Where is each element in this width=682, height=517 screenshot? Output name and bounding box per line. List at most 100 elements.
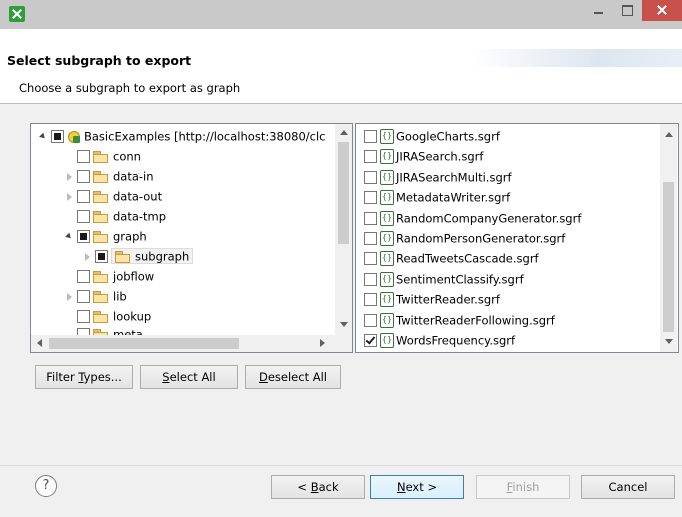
expand-arrow-icon[interactable] (83, 247, 93, 267)
checkbox[interactable] (77, 230, 90, 243)
wizard-content: BasicExamples [http://localhost:38080/cl… (0, 104, 682, 465)
tree-item-label: subgraph (135, 249, 190, 264)
tree-item-data-in[interactable]: data-in (65, 166, 154, 186)
checkbox[interactable] (77, 270, 90, 283)
checkbox[interactable] (364, 313, 377, 327)
expand-arrow-icon[interactable] (65, 187, 75, 207)
minimize-button[interactable] (585, 0, 612, 21)
tree-item-conn[interactable]: conn (65, 146, 141, 166)
sgrf-file-icon: {} (380, 292, 394, 308)
file-list-item-label: RandomPersonGenerator.sgrf (396, 231, 566, 246)
file-list-item[interactable]: {} ReadTweetsCascade.sgrf (362, 248, 539, 268)
expand-arrow-icon[interactable] (65, 167, 75, 187)
checkbox[interactable] (77, 210, 90, 223)
checkbox[interactable] (95, 250, 108, 263)
scroll-left-icon[interactable] (31, 335, 48, 352)
checkbox[interactable] (364, 252, 377, 266)
checkbox[interactable] (364, 191, 377, 205)
tree-item-label: data-tmp (113, 209, 167, 224)
checkbox[interactable] (364, 130, 377, 143)
checkbox[interactable] (51, 130, 64, 143)
checkbox[interactable] (364, 170, 377, 184)
checkbox[interactable] (77, 170, 90, 183)
checkbox[interactable] (364, 150, 377, 164)
file-list-item[interactable]: {} JIRASearchMulti.sgrf (362, 167, 512, 187)
cancel-button[interactable]: Cancel (581, 475, 675, 499)
scroll-down-icon[interactable] (660, 333, 677, 350)
file-list-item[interactable]: {} TwitterReaderFollowing.sgrf (362, 310, 555, 330)
tree-item-lookup[interactable]: lookup (65, 306, 151, 326)
folder-icon (93, 231, 108, 243)
file-list-item-label: SentimentClassify.sgrf (396, 272, 524, 287)
tree-item-label: jobflow (113, 269, 155, 284)
folder-tree[interactable]: BasicExamples [http://localhost:38080/cl… (30, 123, 353, 353)
project-icon (67, 130, 81, 144)
filter-types-button[interactable]: Filter Types... (35, 365, 133, 389)
help-icon[interactable]: ? (35, 475, 57, 497)
checkbox[interactable] (364, 272, 377, 286)
sgrf-file-icon: {} (380, 149, 394, 165)
tree-item-jobflow[interactable]: jobflow (65, 266, 154, 286)
file-list-item[interactable]: {} WordsFrequency.sgrf (362, 330, 515, 350)
close-button[interactable] (642, 0, 682, 21)
maximize-button[interactable] (614, 0, 641, 21)
checkbox[interactable] (77, 310, 90, 323)
file-list-item[interactable]: {} RandomCompanyGenerator.sgrf (362, 208, 581, 228)
file-list-item[interactable]: {} JIRASearch.sgrf (362, 146, 483, 166)
tree-item-label: data-out (113, 189, 163, 204)
sgrf-file-icon: {} (380, 231, 394, 246)
tree-item-subgraph[interactable]: subgraph (83, 246, 194, 267)
checkbox[interactable] (364, 232, 377, 245)
title-bar (0, 0, 682, 29)
tree-item-label: BasicExamples [http://localhost:38080/cl… (84, 129, 326, 144)
sgrf-file-icon: {} (380, 271, 394, 287)
scroll-up-icon[interactable] (335, 124, 352, 141)
scroll-down-icon[interactable] (335, 316, 352, 333)
checkbox[interactable] (364, 334, 377, 347)
tree-horizontal-scrollbar[interactable] (31, 335, 352, 352)
tree-item-label: lookup (113, 309, 152, 324)
subgraph-file-list[interactable]: {} GoogleCharts.sgrf{} JIRASearch.sgrf{} JI… (355, 123, 679, 353)
scroll-right-icon[interactable] (314, 335, 331, 352)
tree-item-lib[interactable]: lib (65, 286, 127, 306)
checkbox[interactable] (77, 290, 90, 303)
folder-icon (115, 251, 130, 264)
file-list-item[interactable]: {} GoogleCharts.sgrf (362, 126, 500, 146)
expand-arrow-icon[interactable] (65, 227, 75, 247)
tree-item-data-out[interactable]: data-out (65, 186, 162, 206)
sgrf-file-icon: {} (380, 190, 394, 206)
tree-item-data-tmp[interactable]: data-tmp (65, 206, 166, 226)
file-list-item-label: RandomCompanyGenerator.sgrf (396, 211, 582, 226)
scroll-thumb[interactable] (338, 142, 349, 244)
folder-icon (93, 151, 108, 163)
sgrf-file-icon: {} (380, 312, 394, 328)
file-list-item-label: TwitterReader.sgrf (396, 292, 500, 307)
back-button[interactable]: < Back (271, 475, 365, 499)
checkbox[interactable] (77, 190, 90, 203)
file-list-item[interactable]: {} TwitterReader.sgrf (362, 289, 500, 309)
folder-icon (93, 271, 108, 283)
scroll-thumb[interactable] (663, 182, 674, 332)
tree-item-label: data-in (113, 169, 154, 184)
checkbox[interactable] (364, 211, 377, 225)
tree-item-graph[interactable]: graph (65, 226, 147, 246)
file-list-item[interactable]: {} MetadataWriter.sgrf (362, 187, 510, 207)
scroll-up-icon[interactable] (660, 126, 677, 143)
sgrf-file-icon: {} (380, 210, 394, 226)
file-list-item[interactable]: {} RandomPersonGenerator.sgrf (362, 228, 565, 248)
file-list-item-label: ReadTweetsCascade.sgrf (396, 251, 539, 266)
select-all-button[interactable]: Select All (140, 365, 238, 389)
next-button[interactable]: Next > (370, 475, 464, 499)
checkbox[interactable] (364, 293, 377, 307)
tree-vertical-scrollbar[interactable] (335, 124, 352, 335)
checkbox[interactable] (77, 150, 90, 163)
file-list-item[interactable]: {} SentimentClassify.sgrf (362, 269, 524, 289)
expand-arrow-icon[interactable] (39, 127, 49, 147)
file-list-vertical-scrollbar[interactable] (660, 124, 677, 352)
expand-arrow-icon[interactable] (65, 287, 75, 307)
folder-icon (93, 171, 108, 183)
file-list-item-label: WordsFrequency.sgrf (396, 333, 516, 348)
scroll-thumb[interactable] (49, 338, 239, 349)
deselect-all-button[interactable]: Deselect All (245, 365, 341, 389)
tree-item-root[interactable]: BasicExamples [http://localhost:38080/cl… (39, 126, 326, 146)
